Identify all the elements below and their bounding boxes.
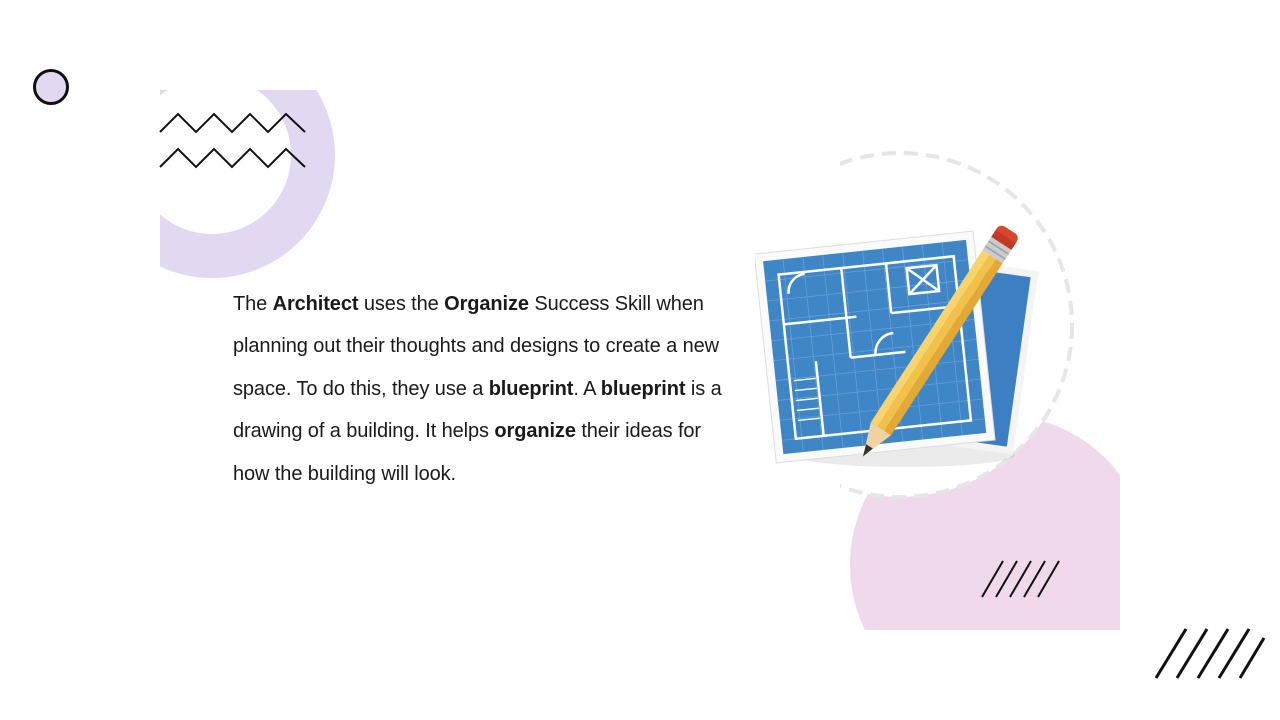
keyword-blueprint: blueprint [488, 377, 574, 400]
zigzag-line-bottom [159, 147, 306, 169]
outline-circle-icon [33, 69, 69, 105]
keyword-organize-2: organize [494, 420, 576, 443]
keyword-organize: Organize [444, 293, 529, 315]
keyword-blueprint-2: blueprint [600, 377, 686, 400]
keyword-architect: Architect [272, 293, 359, 315]
text-fragment: . A [573, 377, 601, 400]
slashes-bottom-right [1154, 628, 1266, 679]
text-fragment: uses the [358, 293, 445, 315]
blueprint-pencil-icon [755, 225, 1039, 467]
lavender-arc [160, 90, 335, 278]
zigzag-line-top [159, 112, 306, 134]
text-fragment: The [233, 293, 273, 315]
decoration-left [33, 69, 335, 278]
body-paragraph: The Architect uses the Organize Success … [233, 283, 733, 495]
